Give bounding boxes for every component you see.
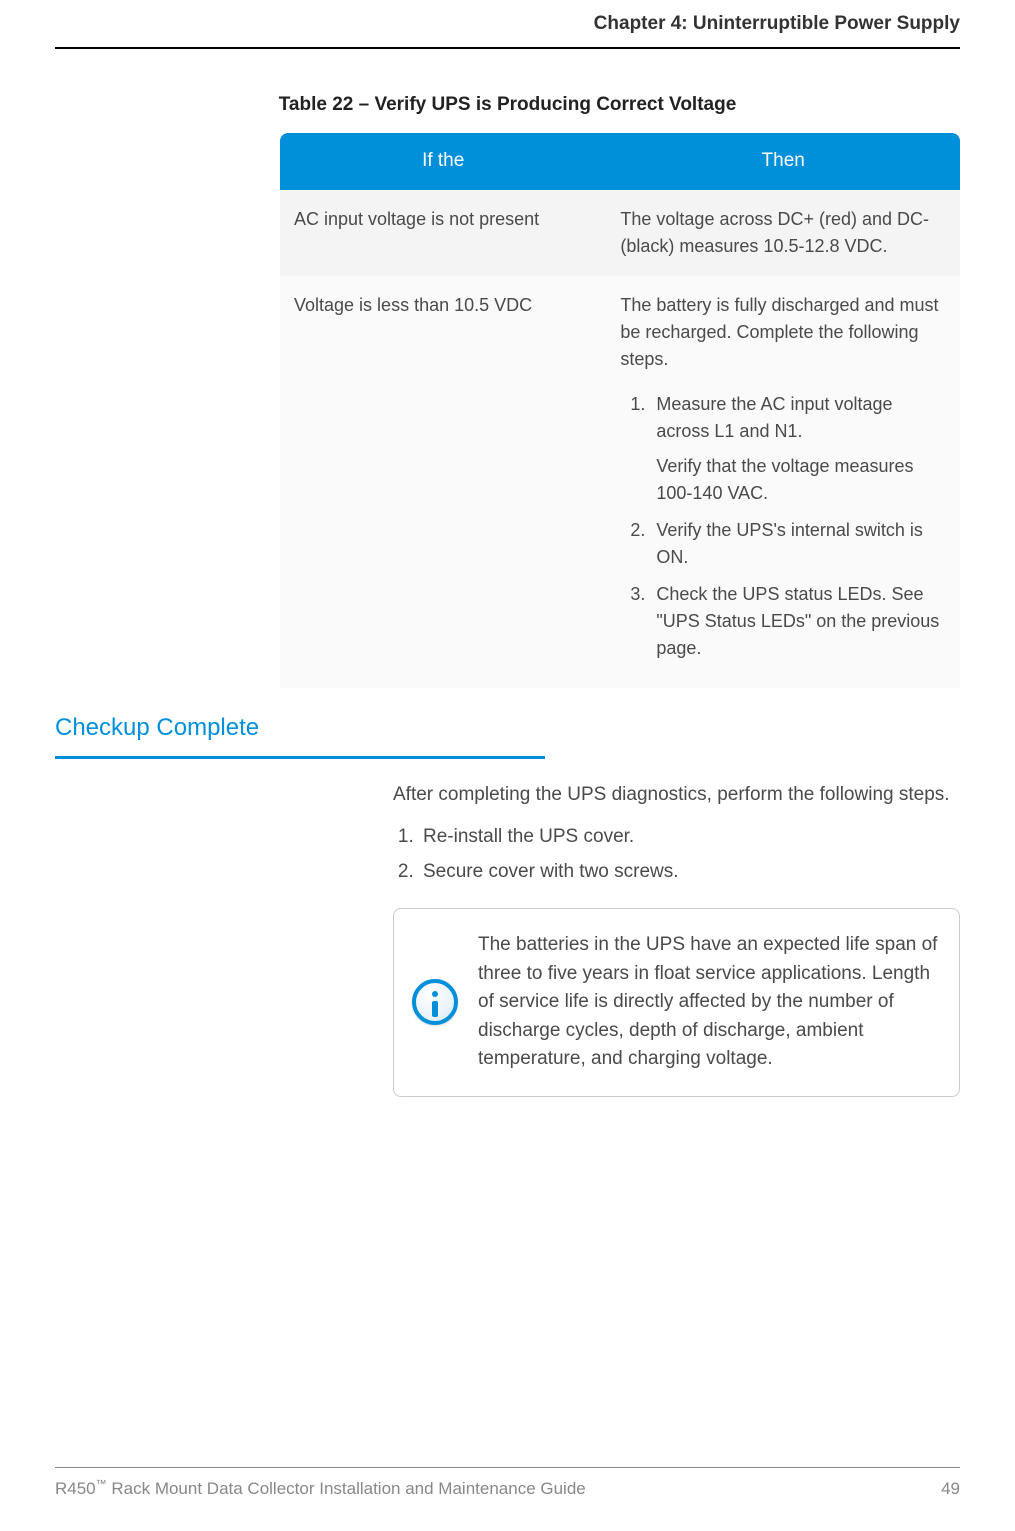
page-number: 49 — [941, 1476, 960, 1502]
page-header: Chapter 4: Uninterruptible Power Supply — [55, 0, 960, 49]
table-caption: Table 22 – Verify UPS is Producing Corre… — [55, 91, 960, 120]
cell-then: The voltage across DC+ (red) and DC- (bl… — [606, 190, 960, 276]
cell-then: The battery is fully discharged and must… — [606, 276, 960, 688]
table-row: AC input voltage is not present The volt… — [280, 190, 960, 276]
list-item: Verify the UPS's internal switch is ON. — [650, 517, 946, 571]
cell-if: Voltage is less than 10.5 VDC — [280, 276, 606, 688]
footer-title: R450™ Rack Mount Data Collector Installa… — [55, 1476, 586, 1502]
info-icon — [412, 979, 458, 1025]
info-icon-wrap — [412, 979, 458, 1025]
section-heading: Checkup Complete — [55, 710, 545, 759]
table-row: Voltage is less than 10.5 VDC The batter… — [280, 276, 960, 688]
table-header-if: If the — [280, 133, 606, 190]
then-steps: Measure the AC input voltage across L1 a… — [620, 391, 946, 662]
section-steps: Re-install the UPS cover. Secure cover w… — [393, 823, 960, 886]
list-item: Check the UPS status LEDs. See "UPS Stat… — [650, 581, 946, 662]
list-item: Secure cover with two screws. — [419, 858, 960, 887]
info-box: The batteries in the UPS have an expecte… — [393, 908, 960, 1097]
page-footer: R450™ Rack Mount Data Collector Installa… — [55, 1467, 960, 1502]
list-item: Measure the AC input voltage across L1 a… — [650, 391, 946, 507]
then-intro: The battery is fully discharged and must… — [620, 295, 938, 369]
table-header-then: Then — [606, 133, 960, 190]
chapter-title: Chapter 4: Uninterruptible Power Supply — [594, 13, 960, 34]
voltage-table: If the Then AC input voltage is not pres… — [280, 133, 960, 688]
list-item: Re-install the UPS cover. — [419, 823, 960, 852]
info-text: The batteries in the UPS have an expecte… — [478, 931, 939, 1074]
section-body: After completing the UPS diagnostics, pe… — [393, 781, 960, 1097]
table-wrapper: If the Then AC input voltage is not pres… — [280, 133, 960, 688]
section-intro: After completing the UPS diagnostics, pe… — [393, 781, 960, 810]
cell-if: AC input voltage is not present — [280, 190, 606, 276]
